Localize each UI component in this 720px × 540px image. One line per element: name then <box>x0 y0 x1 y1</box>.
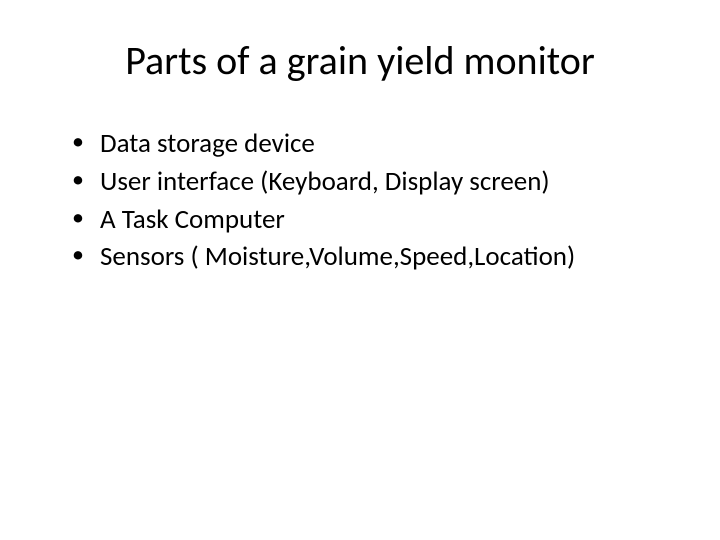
bullet-list: Data storage device User interface (Keyb… <box>50 127 670 274</box>
slide-title: Parts of a grain yield monitor <box>50 36 670 85</box>
list-item: Data storage device <box>72 127 670 161</box>
list-item: A Task Computer <box>72 203 670 237</box>
list-item: User interface (Keyboard, Display screen… <box>72 165 670 199</box>
slide-container: Parts of a grain yield monitor Data stor… <box>0 0 720 540</box>
list-item: Sensors ( Moisture,Volume,Speed,Location… <box>72 240 670 274</box>
